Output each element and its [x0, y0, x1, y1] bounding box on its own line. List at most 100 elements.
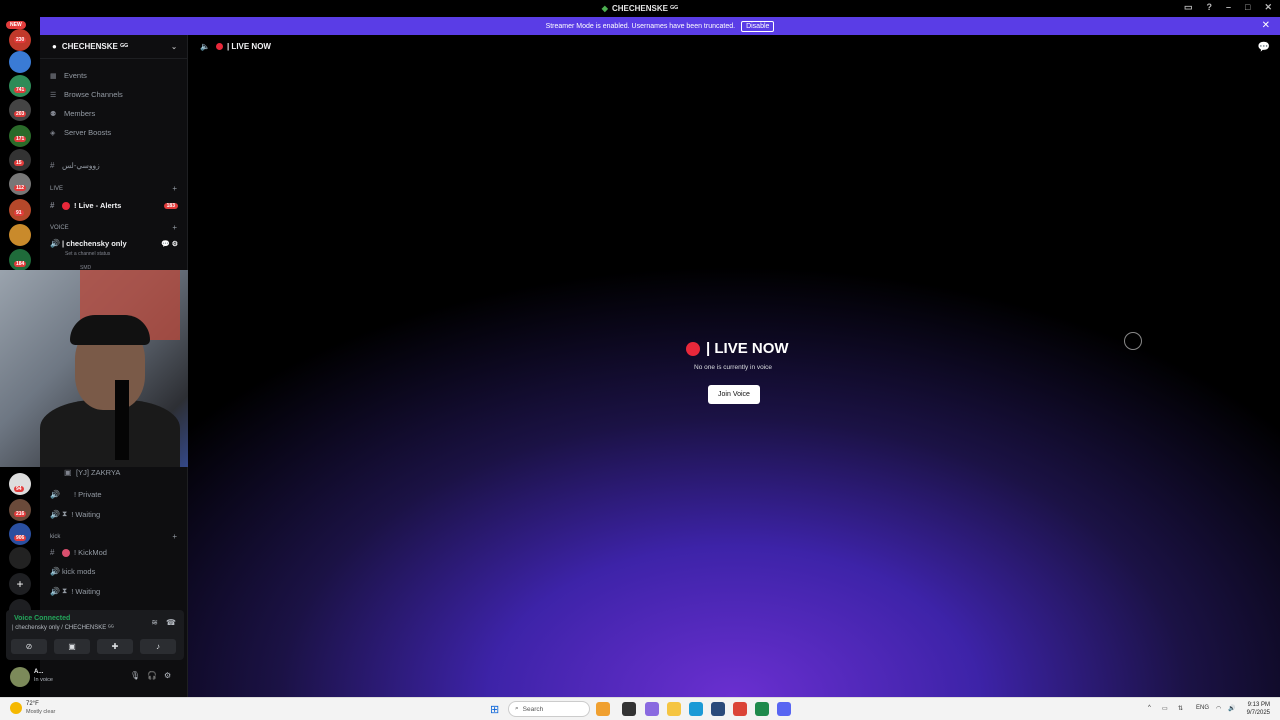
category-kick[interactable]: kick [50, 534, 60, 540]
menu-server-boosts[interactable]: ◈ Server Boosts [50, 128, 111, 137]
window-titlebar: ◆ CHECHENSKE ᴳᴳ ▭ ? – □ ✕ [0, 0, 1280, 17]
volume-icon[interactable]: 🔊 [1228, 705, 1235, 712]
server-icon[interactable] [9, 173, 31, 195]
hourglass-icon: ⧗ [62, 509, 68, 518]
copilot-icon[interactable] [645, 702, 659, 716]
app-logo-icon: ◆ [601, 4, 608, 13]
settings-gear-icon[interactable]: ⚙ [164, 671, 171, 680]
widgets-icon[interactable] [596, 702, 610, 716]
channel-label: kick mods [62, 567, 96, 576]
channel-arabic[interactable]: # زووسي-لس [50, 161, 178, 170]
file-explorer-icon[interactable] [667, 702, 681, 716]
task-view-icon[interactable] [622, 702, 636, 716]
channel-kickmod[interactable]: # ! KickMod [50, 548, 178, 557]
inbox-icon[interactable]: ▭ [1184, 2, 1193, 13]
join-voice-button[interactable]: Join Voice [708, 385, 760, 404]
chrome-icon[interactable] [733, 702, 747, 716]
server-icon[interactable] [9, 224, 31, 246]
voice-channel-kick-mods[interactable]: 🔊 kick mods [50, 567, 178, 576]
taskbar: 72°F Mostly clear ⊞ ⌕ Search ^ ▭ ⇅ ENG ◠… [0, 697, 1280, 720]
add-channel-icon[interactable]: + [172, 223, 177, 232]
voice-channel-waiting[interactable]: 🔊 ⧗ ! Waiting [50, 509, 178, 519]
server-icon[interactable] [9, 523, 31, 545]
store-icon[interactable] [711, 702, 725, 716]
channel-label: ! Waiting [71, 509, 101, 519]
menu-label: Browse Channels [64, 90, 123, 99]
weather-temp[interactable]: 72°F [26, 701, 39, 707]
menu-events[interactable]: ▦ Events [50, 71, 87, 80]
activities-button[interactable]: ✚ [97, 639, 133, 654]
streamer-mode-message: Streamer Mode is enabled. Usernames have… [545, 22, 736, 30]
maximize-button[interactable]: □ [1245, 2, 1250, 13]
red-dot-icon [62, 201, 70, 210]
server-badge: 171 [14, 136, 27, 142]
menu-browse-channels[interactable]: ☰ Browse Channels [50, 90, 123, 99]
server-icon[interactable] [9, 249, 31, 271]
search-label: Search [522, 705, 544, 713]
server-icon[interactable] [9, 499, 31, 521]
disconnect-icon[interactable]: ☎ [166, 618, 176, 627]
voice-connected-subtitle[interactable]: | chechensky only / CHECHENSKE ᴳᴳ [12, 625, 114, 631]
channel-status[interactable]: Set a channel status [65, 251, 110, 257]
avatar[interactable] [10, 667, 30, 687]
red-dot-icon [686, 341, 700, 356]
server-icon[interactable] [9, 99, 31, 121]
app-icon[interactable] [755, 702, 769, 716]
category-voice[interactable]: VOICE [50, 225, 69, 231]
microphone-icon[interactable]: 🎙 [130, 671, 140, 680]
server-icon[interactable] [9, 75, 31, 97]
empty-voice-title: | LIVE NOW [686, 340, 789, 357]
red-dot-icon [62, 548, 70, 557]
channel-live-alerts[interactable]: # ! Live - Alerts 183 [50, 201, 178, 210]
windows-start-icon[interactable]: ⊞ [490, 703, 499, 716]
speaker-icon: 🔊 [50, 567, 60, 576]
menu-members[interactable]: ⚉ Members [50, 109, 95, 118]
chat-bubble-icon[interactable]: 💬 [1258, 42, 1270, 53]
members-icon: ⚉ [50, 110, 57, 118]
voice-user-zakrya[interactable]: ▣ [YJ] ZAKRYA [50, 468, 178, 477]
channel-label: ! Live - Alerts [74, 201, 122, 210]
voice-channel-chechensky[interactable]: 🔊 | chechensky only 💬 ⚙ [50, 239, 178, 248]
disable-streamer-button[interactable]: Disable [741, 20, 775, 32]
server-icon[interactable] [9, 51, 31, 73]
language-indicator[interactable]: ENG [1196, 705, 1209, 711]
taskbar-search[interactable]: ⌕ Search [508, 701, 590, 717]
server-badge: 216 [14, 511, 27, 517]
weather-icon[interactable] [10, 702, 22, 714]
server-icon[interactable] [9, 547, 31, 569]
add-channel-icon[interactable]: + [172, 532, 177, 541]
add-channel-icon[interactable]: + [172, 184, 177, 193]
speaker-icon: 🔊 [50, 586, 60, 596]
voice-connected-title[interactable]: Voice Connected [14, 615, 70, 622]
camera-button[interactable]: ⊘ [11, 639, 47, 654]
server-header[interactable]: ● CHECHENSKE ᴳᴳ ⌄ [40, 35, 187, 59]
weather-desc[interactable]: Mostly clear [26, 709, 55, 715]
noise-suppression-icon[interactable]: ≋ [151, 618, 158, 627]
add-server-icon[interactable]: + [9, 573, 31, 595]
hourglass-icon: ⧗ [62, 586, 68, 595]
wifi-icon[interactable]: ◠ [1216, 705, 1221, 712]
tray-chevron-icon[interactable]: ^ [1148, 705, 1151, 711]
minimize-button[interactable]: – [1226, 2, 1231, 13]
empty-voice-subtitle: No one is currently in voice [694, 364, 773, 371]
voice-channel-waiting-2[interactable]: 🔊 ⧗ ! Waiting [50, 586, 178, 596]
category-live[interactable]: LIVE [50, 186, 63, 192]
tray-network-icon[interactable]: ⇅ [1178, 705, 1183, 712]
screen-share-button[interactable]: ▣ [54, 639, 90, 654]
help-icon[interactable]: ? [1207, 2, 1213, 13]
voice-channel-private[interactable]: 🔊 ! Private [50, 490, 178, 499]
discord-taskbar-icon[interactable] [777, 702, 791, 716]
system-clock[interactable]: 9:13 PM 9/7/2025 [1247, 701, 1270, 717]
server-badge: 184 [14, 261, 27, 267]
tray-app-icon[interactable]: ▭ [1162, 705, 1168, 712]
headphones-icon[interactable]: 🎧 [147, 671, 157, 680]
channel-header-title: | LIVE NOW [226, 42, 271, 51]
edge-icon[interactable] [689, 702, 703, 716]
username[interactable]: A... [34, 669, 43, 675]
soundboard-button[interactable]: ♪ [140, 639, 176, 654]
menu-label: Server Boosts [64, 128, 112, 137]
close-banner-icon[interactable]: ✕ [1262, 20, 1270, 31]
channel-label: ! Waiting [71, 586, 101, 596]
close-window-button[interactable]: ✕ [1264, 2, 1272, 13]
voice-controls-icons[interactable]: 💬 ⚙ [161, 240, 178, 248]
